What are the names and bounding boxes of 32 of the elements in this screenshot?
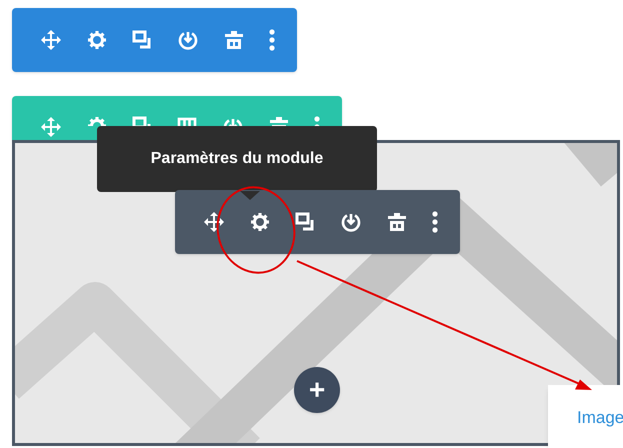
toolbar-button[interactable] xyxy=(40,29,62,51)
more-icon xyxy=(432,211,438,233)
toolbar-button[interactable] xyxy=(203,211,225,233)
toolbar-button[interactable] xyxy=(269,29,275,51)
move-icon xyxy=(40,116,62,138)
toolbar-button[interactable] xyxy=(250,212,270,232)
power-icon xyxy=(340,211,362,233)
more-icon xyxy=(314,116,320,126)
trash-icon xyxy=(387,212,407,232)
trash-icon xyxy=(224,30,244,50)
settings-icon xyxy=(87,30,107,50)
toolbar-button[interactable] xyxy=(224,30,244,50)
settings-icon xyxy=(250,212,270,232)
tooltip-text: Paramètres du module xyxy=(150,149,324,169)
settings-icon xyxy=(87,116,107,126)
columns-icon xyxy=(177,116,197,126)
move-icon xyxy=(40,29,62,51)
duplicate-icon xyxy=(132,30,152,50)
toolbar-button[interactable] xyxy=(387,212,407,232)
toolbar-button[interactable] xyxy=(295,212,315,232)
duplicate-icon xyxy=(295,212,315,232)
toolbar-button[interactable] xyxy=(132,30,152,50)
trash-icon xyxy=(269,116,289,126)
duplicate-icon xyxy=(132,116,152,126)
toolbar-button[interactable] xyxy=(340,211,362,233)
toolbar-button[interactable] xyxy=(177,29,199,51)
power-icon xyxy=(177,29,199,51)
power-icon xyxy=(222,116,244,126)
toolbar-button[interactable] xyxy=(432,211,438,233)
move-icon xyxy=(203,211,225,233)
more-icon xyxy=(269,29,275,51)
toolbar-button[interactable] xyxy=(87,30,107,50)
